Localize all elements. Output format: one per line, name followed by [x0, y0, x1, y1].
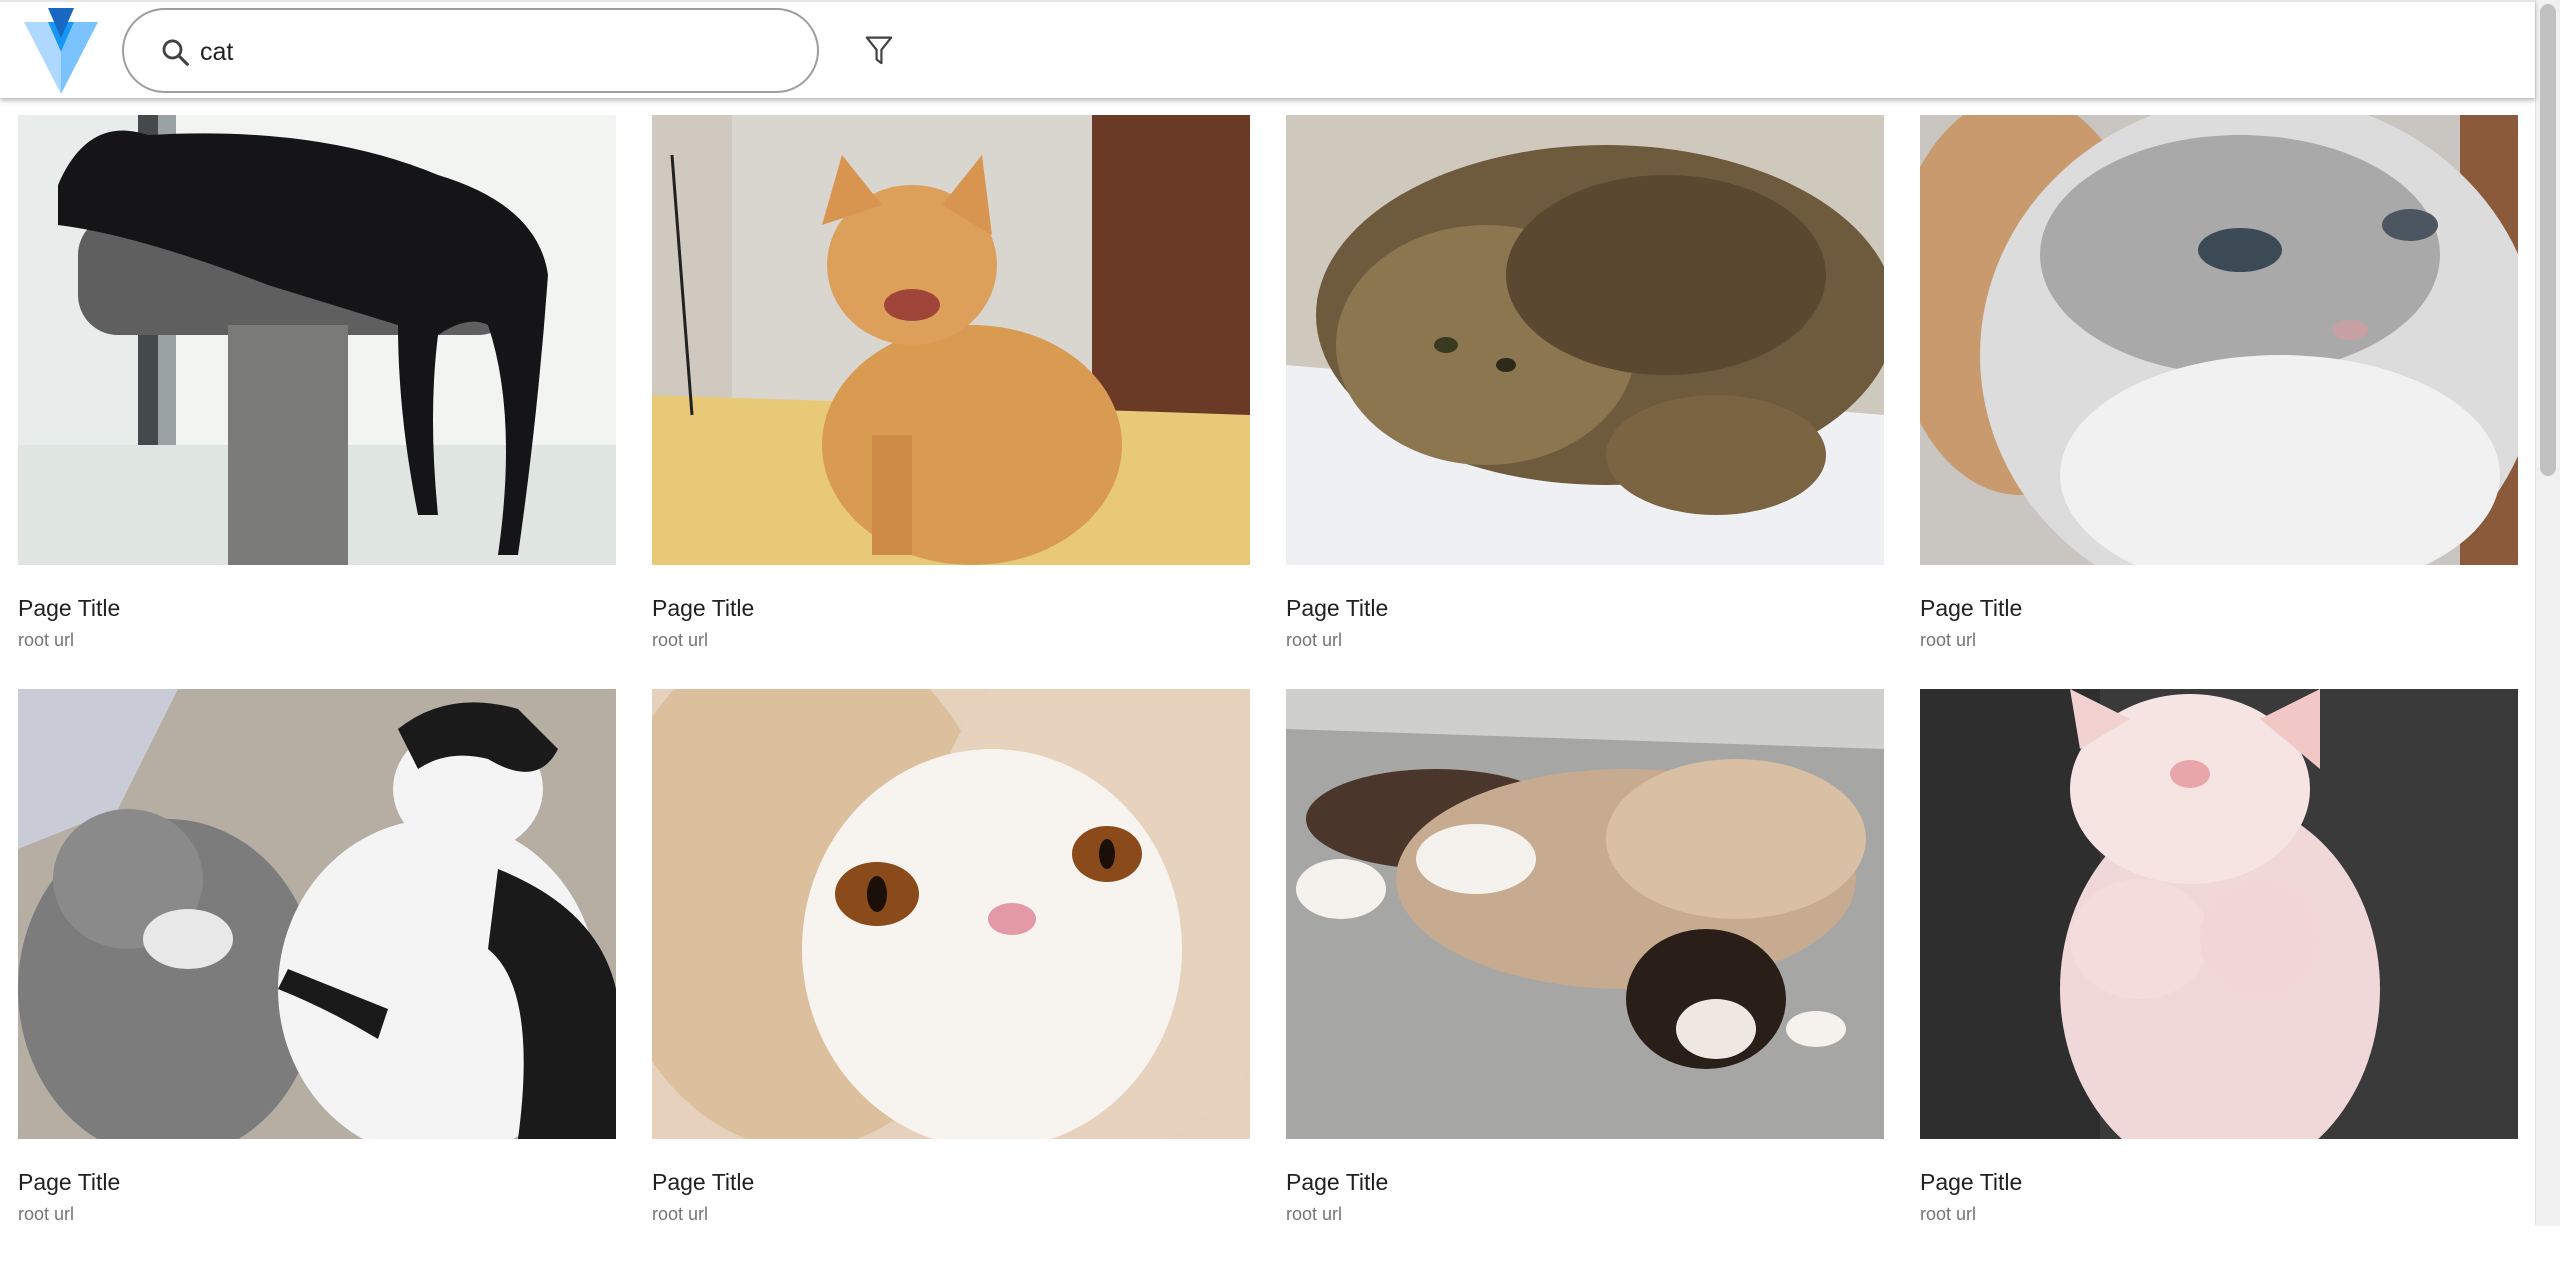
result-title[interactable]: Page Title — [1286, 1166, 1884, 1198]
search-bar[interactable] — [122, 8, 819, 93]
result-title[interactable]: Page Title — [1286, 592, 1884, 624]
result-image[interactable] — [1286, 689, 1884, 1139]
result-url: root url — [18, 1204, 75, 1224]
result-card[interactable]: Page Title root url — [1286, 689, 1884, 1263]
result-image[interactable] — [652, 115, 1250, 565]
results-grid: Page Title root url Page Title root url — [18, 115, 2519, 1263]
search-input[interactable] — [200, 30, 790, 74]
filter-button[interactable] — [854, 24, 904, 78]
result-title[interactable]: Page Title — [18, 1166, 616, 1198]
result-card[interactable]: Page Title root url — [652, 115, 1250, 689]
result-url: root url — [1286, 630, 1343, 650]
result-card[interactable]: Page Title root url — [1920, 689, 2518, 1263]
result-title[interactable]: Page Title — [1920, 1166, 2518, 1198]
result-card[interactable]: Page Title root url — [18, 689, 616, 1263]
page-scrollbar[interactable] — [2535, 0, 2560, 1226]
result-url: root url — [1920, 630, 1977, 650]
result-url: root url — [18, 630, 75, 650]
app-bar — [0, 0, 2535, 98]
result-card[interactable]: Page Title root url — [1286, 115, 1884, 689]
result-url: root url — [652, 630, 709, 650]
result-url: root url — [1286, 1204, 1343, 1224]
result-url: root url — [652, 1204, 709, 1224]
result-image[interactable] — [18, 115, 616, 565]
result-title[interactable]: Page Title — [1920, 592, 2518, 624]
result-card[interactable]: Page Title root url — [652, 689, 1250, 1263]
result-url: root url — [1920, 1204, 1977, 1224]
search-icon — [162, 39, 189, 66]
result-card[interactable]: Page Title root url — [18, 115, 616, 689]
result-image[interactable] — [1286, 115, 1884, 565]
result-title[interactable]: Page Title — [652, 592, 1250, 624]
result-image[interactable] — [652, 689, 1250, 1139]
result-image[interactable] — [18, 689, 616, 1139]
result-title[interactable]: Page Title — [652, 1166, 1250, 1198]
result-title[interactable]: Page Title — [18, 592, 616, 624]
filter-icon — [865, 36, 893, 65]
scrollbar-thumb[interactable] — [2540, 4, 2556, 476]
result-image[interactable] — [1920, 115, 2518, 565]
result-image[interactable] — [1920, 689, 2518, 1139]
app-logo[interactable] — [24, 8, 98, 94]
result-card[interactable]: Page Title root url — [1920, 115, 2518, 689]
